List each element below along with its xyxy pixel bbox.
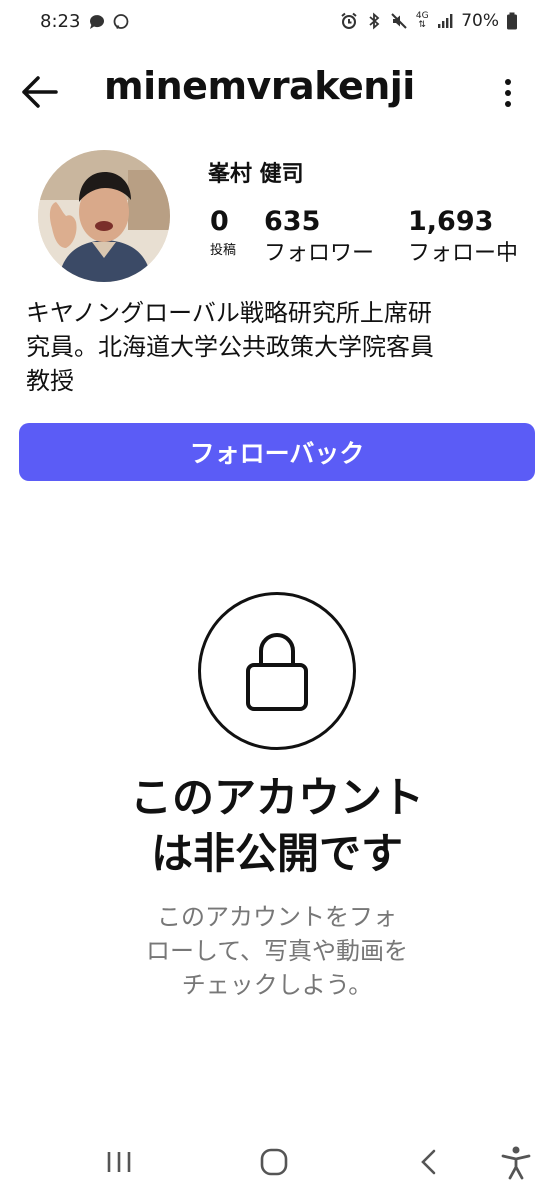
signal-icon — [438, 14, 453, 28]
follow-back-button[interactable]: フォローバック — [19, 423, 535, 481]
bluetooth-icon — [369, 12, 380, 30]
private-title-line: は非公開です — [150, 829, 403, 878]
accessibility-icon[interactable] — [496, 1142, 536, 1182]
private-subtitle-line: このアカウントをフォ — [157, 903, 397, 931]
bio-line: キヤノングローバル戦略研究所上席研 — [26, 299, 432, 327]
lock-circle — [198, 592, 356, 750]
home-icon[interactable] — [254, 1142, 294, 1182]
network-arrows-icon: 4G ⇅ — [415, 11, 429, 30]
profile-photo — [38, 150, 170, 282]
display-name: 峯村 健司 — [208, 162, 304, 187]
private-title: このアカウント は非公開です — [0, 770, 554, 882]
private-title-line: このアカウント — [129, 773, 424, 822]
back-icon[interactable] — [410, 1142, 450, 1182]
posts-stat: 0 投稿 — [210, 204, 236, 262]
recent-apps-icon[interactable] — [99, 1142, 139, 1182]
more-vertical-icon[interactable] — [496, 76, 520, 110]
lock-icon — [246, 633, 308, 711]
chat-bubble-icon — [89, 15, 104, 29]
profile-username: minemvrakenji — [104, 64, 415, 108]
back-arrow-icon[interactable] — [18, 72, 62, 112]
following-count: 1,693 — [408, 206, 494, 237]
private-subtitle-line: チェックしよう。 — [181, 971, 373, 999]
private-subtitle-line: ローして、写真や動画を — [145, 937, 409, 965]
avatar[interactable] — [38, 150, 170, 282]
bio-line: 教授 — [26, 367, 74, 395]
battery-percent: 70% — [461, 11, 499, 31]
followers-stat[interactable]: 635 フォロワー — [264, 204, 374, 268]
system-nav-bar — [0, 1128, 554, 1200]
bio-line: 究員。北海道大学公共政策大学院客員 — [26, 333, 434, 361]
following-stat[interactable]: 1,693 フォロー中 — [408, 204, 518, 268]
posts-count: 0 — [210, 206, 229, 237]
mute-icon — [391, 13, 407, 29]
status-time: 8:23 — [40, 11, 81, 32]
profile-bio: キヤノングローバル戦略研究所上席研 究員。北海道大学公共政策大学院客員 教授 — [26, 296, 530, 398]
status-bar: 8:23 4G ⇅ 70% — [0, 0, 554, 44]
private-subtitle: このアカウントをフォ ローして、写真や動画を チェックしよう。 — [110, 900, 444, 1002]
alarm-icon — [341, 12, 357, 29]
followers-label: フォロワー — [264, 241, 375, 266]
messenger-icon — [113, 14, 129, 29]
following-label: フォロー中 — [408, 241, 519, 266]
battery-icon — [507, 12, 517, 30]
followers-count: 635 — [264, 206, 321, 237]
posts-label: 投稿 — [210, 243, 237, 258]
